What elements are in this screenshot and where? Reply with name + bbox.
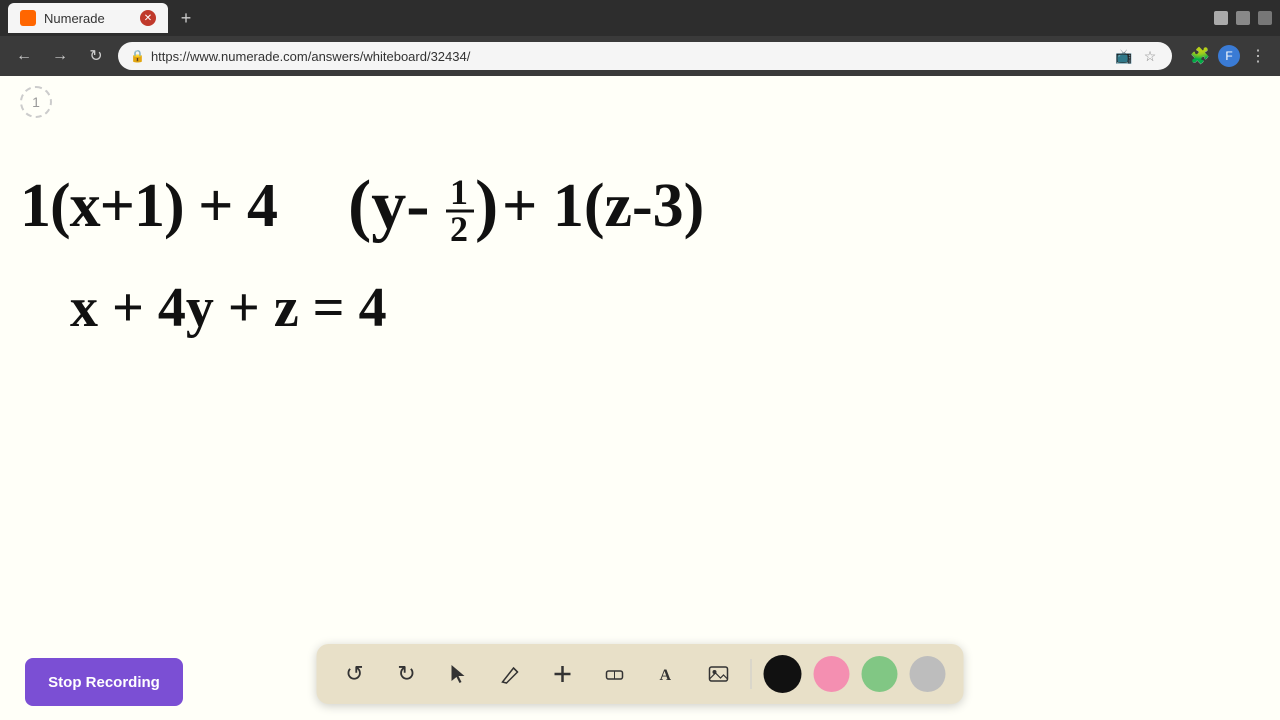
svg-text:2: 2 <box>450 209 468 249</box>
forward-button[interactable]: → <box>46 42 74 70</box>
math-content: 1(x+1) + 4 (y- 1 2 ) + 1(z-3) = 0 x + 4y… <box>10 136 710 416</box>
pen-tool-button[interactable] <box>491 654 531 694</box>
extensions-icon[interactable]: 🧩 <box>1188 44 1212 68</box>
bookmark-icon[interactable]: ☆ <box>1140 46 1160 66</box>
tab-favicon: N <box>20 10 36 26</box>
color-green[interactable] <box>862 656 898 692</box>
text-button[interactable]: A <box>647 654 687 694</box>
back-button[interactable]: ← <box>10 42 38 70</box>
minimize-button[interactable] <box>1214 11 1228 25</box>
color-gray[interactable] <box>910 656 946 692</box>
svg-text:N: N <box>25 16 30 23</box>
lock-icon: 🔒 <box>130 49 145 63</box>
close-button[interactable] <box>1258 11 1272 25</box>
whiteboard[interactable]: 1 1(x+1) + 4 (y- 1 2 ) + 1(z-3) = 0 x + … <box>0 76 1280 720</box>
screencast-icon[interactable]: 📺 <box>1114 46 1134 66</box>
add-button[interactable] <box>543 654 583 694</box>
tab-title: Numerade <box>44 11 132 26</box>
toolbar-divider <box>751 659 752 689</box>
browser-chrome: N Numerade ✕ + ← → ↻ 🔒 https://www.numer… <box>0 0 1280 76</box>
svg-text:): ) <box>475 167 498 244</box>
new-tab-button[interactable]: + <box>172 4 200 32</box>
reload-button[interactable]: ↻ <box>82 42 110 70</box>
redo-button[interactable]: ↻ <box>387 654 427 694</box>
maximize-button[interactable] <box>1236 11 1250 25</box>
window-controls <box>1214 11 1272 25</box>
active-tab[interactable]: N Numerade ✕ <box>8 3 168 33</box>
svg-text:+ 1(z-3) = 0: + 1(z-3) = 0 <box>502 172 710 240</box>
url-text: https://www.numerade.com/answers/whitebo… <box>151 49 1108 64</box>
select-tool-button[interactable] <box>439 654 479 694</box>
stop-recording-button[interactable]: Stop Recording <box>25 658 183 706</box>
address-bar-icons: 📺 ☆ <box>1114 46 1160 66</box>
eraser-button[interactable] <box>595 654 635 694</box>
color-pink[interactable] <box>814 656 850 692</box>
svg-text:A: A <box>660 667 672 684</box>
svg-text:1(x+1) + 4: 1(x+1) + 4 <box>20 172 277 240</box>
tab-bar: N Numerade ✕ + <box>0 0 1280 36</box>
page-number: 1 <box>20 86 52 118</box>
color-black[interactable] <box>764 655 802 693</box>
image-button[interactable] <box>699 654 739 694</box>
profile-icon[interactable]: F <box>1218 45 1240 67</box>
bottom-toolbar: ↺ ↻ A <box>317 644 964 704</box>
svg-text:(y-: (y- <box>348 167 430 244</box>
address-bar-row: ← → ↻ 🔒 https://www.numerade.com/answers… <box>0 36 1280 76</box>
browser-toolbar-right: 🧩 F ⋮ <box>1188 44 1270 68</box>
menu-icon[interactable]: ⋮ <box>1246 44 1270 68</box>
undo-button[interactable]: ↺ <box>335 654 375 694</box>
address-bar[interactable]: 🔒 https://www.numerade.com/answers/white… <box>118 42 1172 70</box>
tab-close-button[interactable]: ✕ <box>140 10 156 26</box>
svg-text:x + 4y + z = 4: x + 4y + z = 4 <box>70 277 387 339</box>
svg-text:1: 1 <box>450 172 468 212</box>
